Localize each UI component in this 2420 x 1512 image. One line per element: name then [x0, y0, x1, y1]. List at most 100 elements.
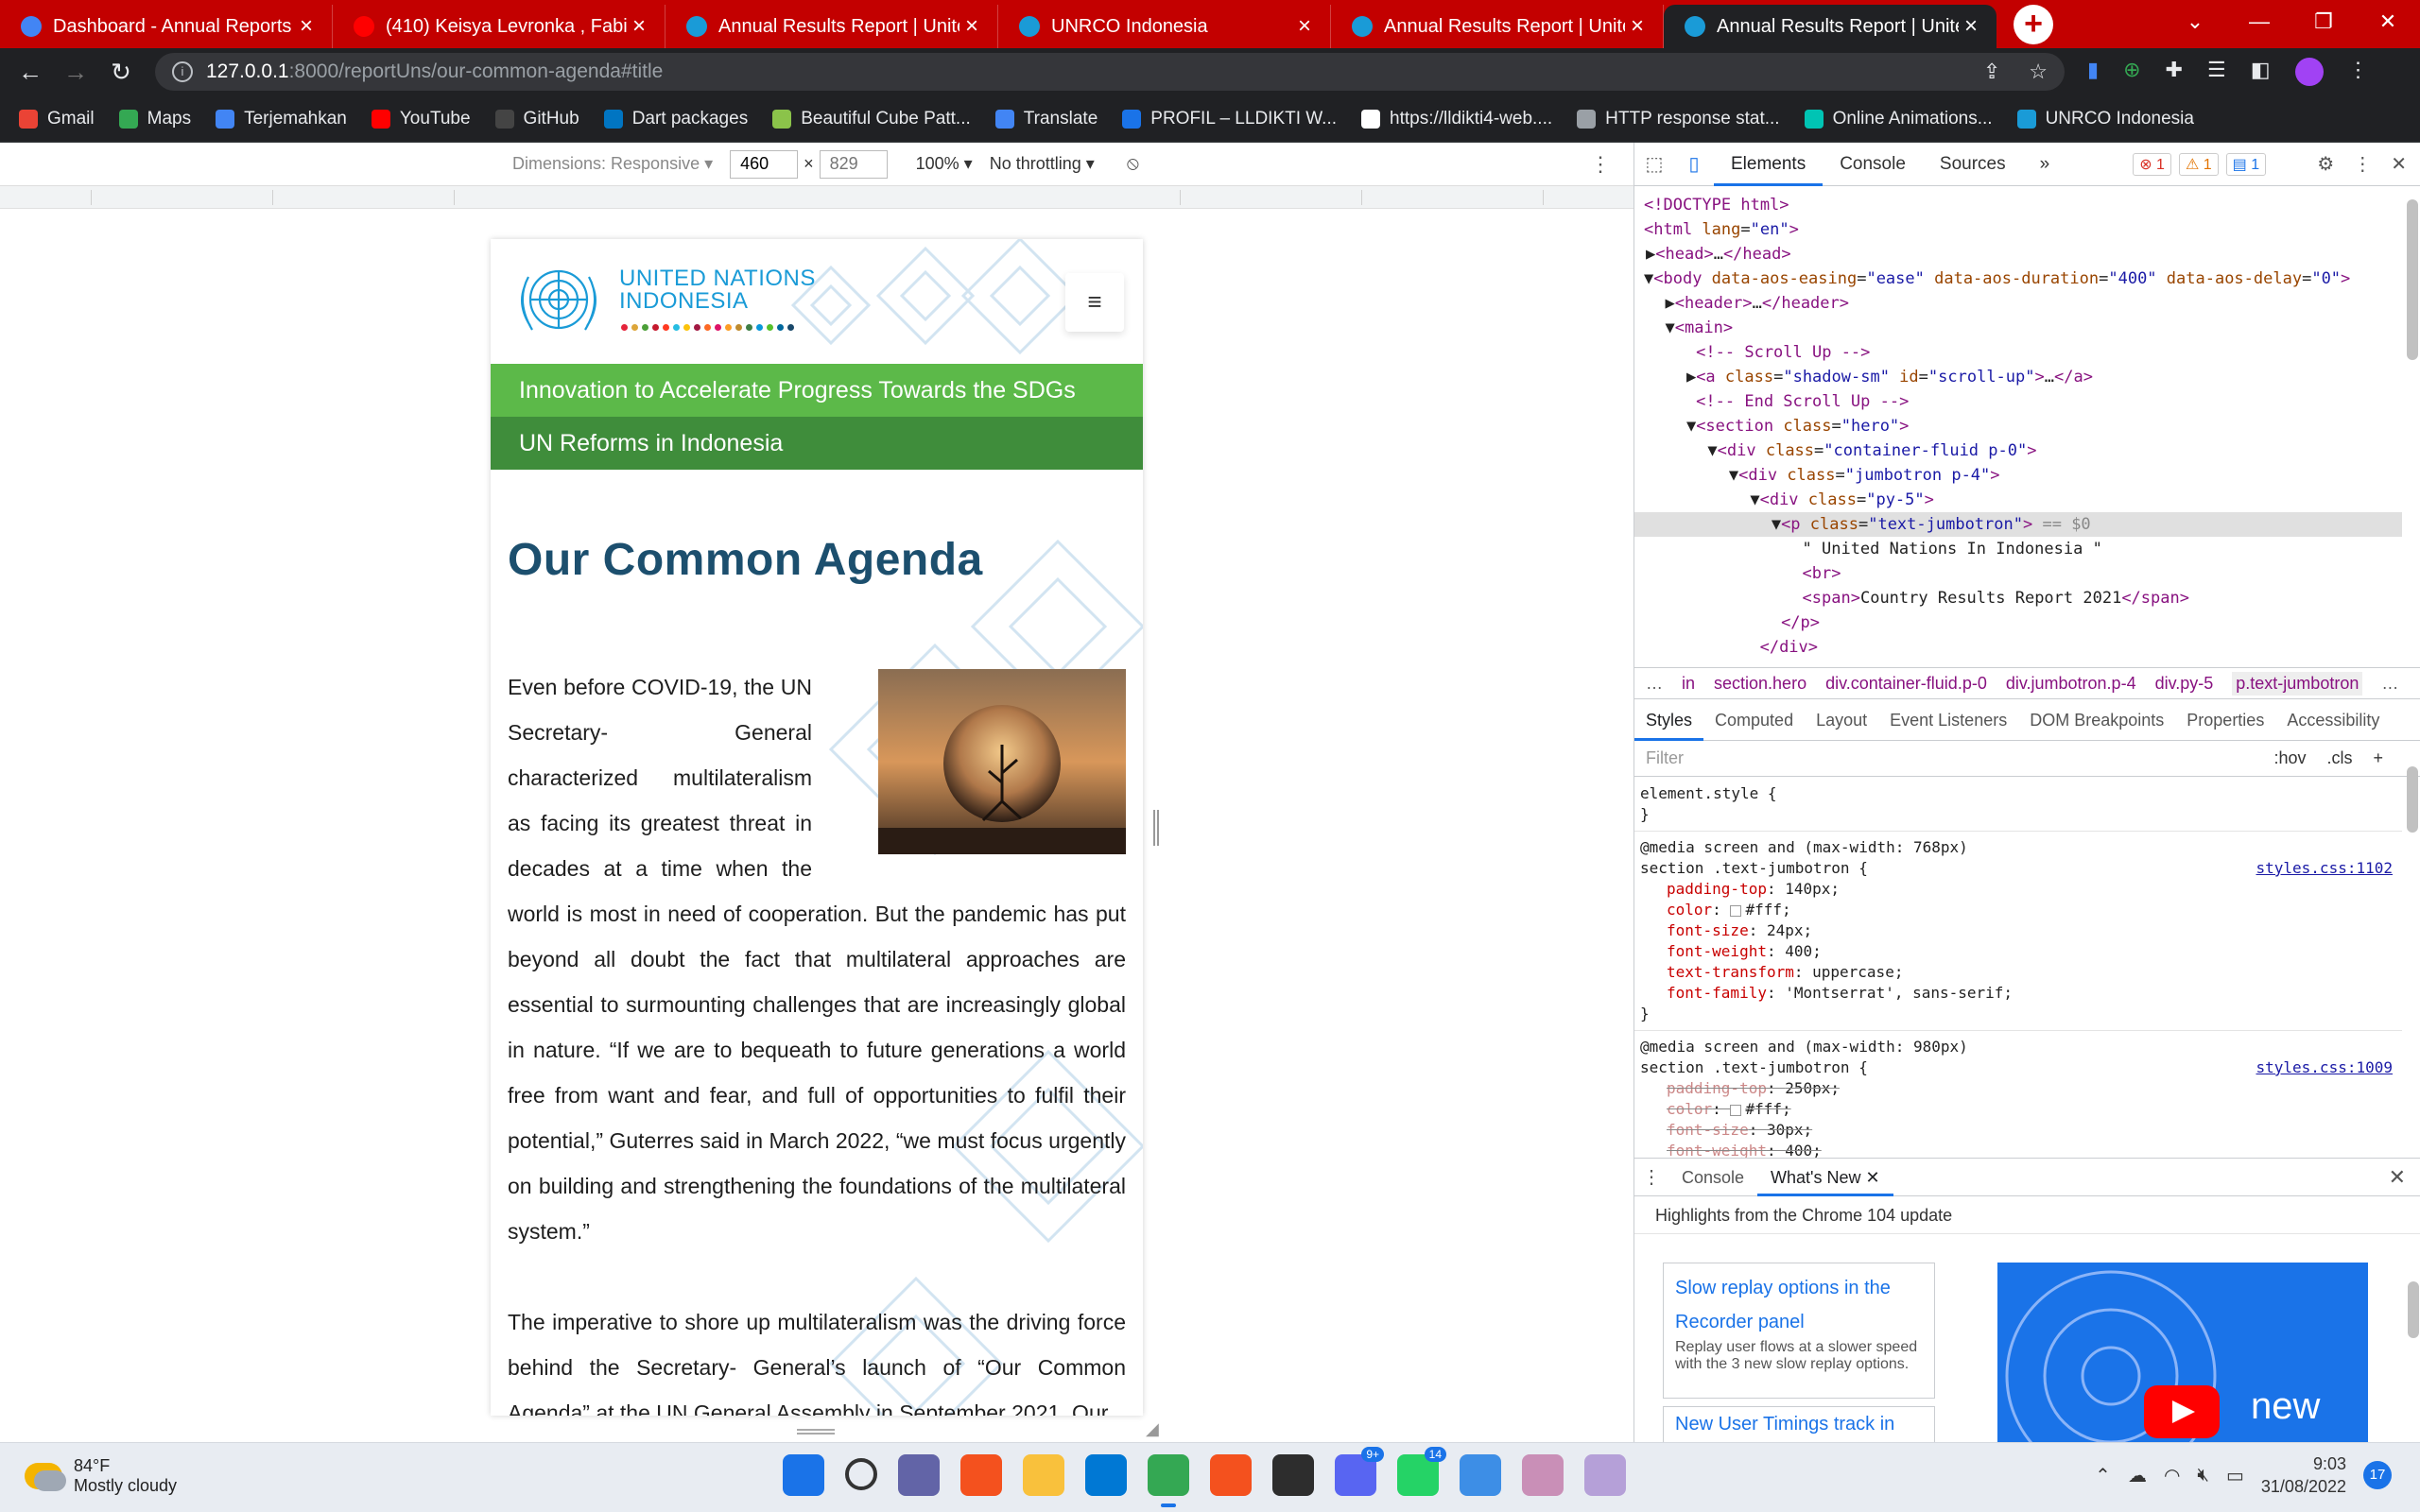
bookmark-item[interactable]: Beautiful Cube Patt...	[772, 109, 971, 129]
breadcrumb-item[interactable]: div.container-fluid.p-0	[1825, 674, 1987, 694]
bookmark-star-icon[interactable]: ☆	[2029, 60, 2048, 84]
new-tab-button[interactable]: +	[2014, 5, 2053, 44]
filter-tool-button[interactable]: :hov	[2273, 748, 2306, 768]
dom-node-line[interactable]: <html lang="en">	[1634, 217, 2402, 242]
dom-node-line[interactable]: ▼<section class="hero">	[1634, 414, 2402, 438]
device-toggle-icon[interactable]: ▯	[1674, 152, 1714, 176]
bookmark-item[interactable]: GitHub	[494, 109, 579, 129]
breadcrumb-item[interactable]: in	[1682, 674, 1695, 694]
drawer-tab[interactable]: Console	[1668, 1159, 1757, 1196]
height-input[interactable]	[819, 149, 888, 179]
rule2-source-link[interactable]: styles.css:1009	[2256, 1057, 2394, 1078]
drawer-menu-icon[interactable]: ⋮	[1634, 1165, 1668, 1189]
element-style-rule[interactable]: element.style { }	[1634, 778, 2402, 832]
inspect-element-icon[interactable]: ⬚	[1634, 152, 1674, 176]
rule1-source-link[interactable]: styles.css:1102	[2256, 858, 2394, 879]
breadcrumb-item[interactable]: section.hero	[1714, 674, 1806, 694]
bookmark-item[interactable]: Online Animations...	[1804, 109, 1993, 129]
settings-gear-icon[interactable]: ⚙	[2317, 152, 2334, 176]
dom-node-line[interactable]: ▼<div class="container-fluid p-0">	[1634, 438, 2402, 463]
minimize-button[interactable]: —	[2227, 0, 2291, 43]
nav-band-reforms[interactable]: UN Reforms in Indonesia	[491, 417, 1143, 470]
clock[interactable]: 9:03 31/08/2022	[2261, 1452, 2346, 1498]
bookmark-item[interactable]: Terjemahkan	[216, 109, 347, 129]
css-property[interactable]: font-weight: 400;	[1640, 941, 2393, 962]
whats-new-card-1[interactable]: Slow replay options in the Recorder pane…	[1663, 1263, 1935, 1399]
dom-node-line[interactable]: " United Nations In Indonesia "	[1634, 537, 2402, 561]
tab-close-icon[interactable]: ×	[1292, 13, 1317, 40]
css-property[interactable]: padding-top: 250px;	[1640, 1078, 2393, 1099]
notepad-app-icon[interactable]	[1460, 1454, 1501, 1496]
start-app-icon[interactable]	[783, 1454, 824, 1496]
profile-avatar[interactable]	[2294, 58, 2324, 86]
nav-band-innovation[interactable]: Innovation to Accelerate Progress Toward…	[491, 364, 1143, 417]
dom-node-line[interactable]: <br>	[1634, 561, 2402, 586]
extension-plus-icon[interactable]: ⊕	[2123, 58, 2140, 86]
volume-muted-icon[interactable]: 🔇︎	[2197, 1465, 2209, 1486]
whats-new-card-2[interactable]: New User Timings track in	[1663, 1406, 1935, 1444]
dom-node-line[interactable]: ▼<body data-aos-easing="ease" data-aos-d…	[1634, 266, 2402, 291]
bookmark-item[interactable]: Translate	[994, 109, 1098, 129]
close-devtools-icon[interactable]: ✕	[2391, 152, 2407, 176]
onedrive-cloud-icon[interactable]: ☁	[2128, 1464, 2147, 1487]
anime-1-app-icon[interactable]	[1522, 1454, 1564, 1496]
dom-node-line[interactable]: ▼<p class="text-jumbotron"> == $0	[1634, 512, 2402, 537]
bookmark-item[interactable]: Dart packages	[603, 109, 748, 129]
dom-node-line[interactable]: ▶<header>…</header>	[1634, 291, 2402, 316]
tray-overflow-icon[interactable]: ⌃	[2095, 1464, 2111, 1487]
css-property[interactable]: text-transform: uppercase;	[1640, 962, 2393, 983]
teams-chat-app-icon[interactable]	[898, 1454, 940, 1496]
styles-subtab[interactable]: Computed	[1703, 699, 1805, 741]
tab-close-icon[interactable]: ×	[1625, 13, 1650, 40]
bookmark-item[interactable]: https://lldikti4-web....	[1361, 109, 1552, 129]
tab-close-icon[interactable]: ×	[959, 13, 984, 40]
viewport-bottom-grip[interactable]	[797, 1429, 835, 1435]
issue-badge[interactable]: ⊗ 1	[2133, 152, 2171, 176]
file-explorer-app-icon[interactable]	[1023, 1454, 1064, 1496]
breadcrumb-item[interactable]: …	[2381, 674, 2398, 694]
search-app-icon[interactable]	[845, 1458, 877, 1490]
styles-subtab[interactable]: Layout	[1805, 699, 1878, 741]
media-query-ruler[interactable]	[0, 186, 1634, 209]
elements-scrollbar[interactable]	[2407, 199, 2418, 360]
extension-doc-icon[interactable]: ▮	[2087, 58, 2099, 86]
dom-node-line[interactable]: ▶<head>…</head>	[1634, 242, 2402, 266]
styles-subtab[interactable]: Accessibility	[2275, 699, 2391, 741]
viewport-corner-grip[interactable]: ◢	[1146, 1419, 1159, 1439]
browser-menu-icon[interactable]: ⋮	[2348, 58, 2369, 86]
color-swatch-icon[interactable]	[1730, 1104, 1742, 1116]
styles-subtab[interactable]: DOM Breakpoints	[2018, 699, 2175, 741]
reload-button[interactable]: ↻	[98, 58, 144, 87]
bookmark-item[interactable]: Maps	[118, 109, 191, 129]
youtube-play-icon[interactable]	[2144, 1385, 2220, 1438]
bookmark-item[interactable]: HTTP response stat...	[1577, 109, 1780, 129]
styles-subtab[interactable]: Properties	[2175, 699, 2275, 741]
css-rule-1[interactable]: @media screen and (max-width: 768px) sec…	[1634, 832, 2402, 1031]
browser-tab[interactable]: Annual Results Report | United Nations×	[1664, 5, 1996, 48]
width-input[interactable]	[730, 149, 799, 179]
close-drawer-icon[interactable]: ✕	[2389, 1165, 2406, 1190]
dom-node-line[interactable]: ▼<div class="py-5">	[1634, 488, 2402, 512]
whats-new-video[interactable]: new	[1997, 1263, 2368, 1443]
css-rule-2[interactable]: @media screen and (max-width: 980px) sec…	[1634, 1031, 2402, 1167]
dom-node-line[interactable]: </p>	[1634, 610, 2402, 635]
viewport-resize-handle[interactable]	[1153, 810, 1159, 846]
battery-icon[interactable]: ▭	[2226, 1464, 2244, 1487]
device-more-icon[interactable]: ⋮	[1590, 152, 1611, 177]
tab-search-icon[interactable]: ⌄	[2163, 0, 2227, 43]
whatsapp-app-icon[interactable]: 14	[1397, 1447, 1446, 1496]
issue-badge[interactable]: ⚠ 1	[2178, 152, 2219, 176]
devtools-tab[interactable]: Elements	[1714, 143, 1824, 186]
discord-app-icon[interactable]: 9+	[1335, 1447, 1384, 1496]
elements-tree[interactable]: <!DOCTYPE html> <html lang="en"> ▶<head>…<…	[1634, 187, 2402, 660]
tab-close-icon[interactable]: ×	[294, 13, 319, 40]
back-button[interactable]: ←	[8, 58, 53, 87]
styles-subtab[interactable]: Event Listeners	[1878, 699, 2018, 741]
devtools-tab[interactable]: Console	[1823, 143, 1923, 186]
css-property[interactable]: color: #fff;	[1640, 1099, 2393, 1120]
dom-node-line[interactable]: <!-- Scroll Up -->	[1634, 340, 2402, 365]
bookmark-item[interactable]: UNRCO Indonesia	[2016, 109, 2194, 129]
breadcrumb-item[interactable]: div.py-5	[2155, 674, 2214, 694]
dom-node-line[interactable]: ▼<div class="jumbotron p-4">	[1634, 463, 2402, 488]
breadcrumb-item[interactable]: div.jumbotron.p-4	[2006, 674, 2136, 694]
